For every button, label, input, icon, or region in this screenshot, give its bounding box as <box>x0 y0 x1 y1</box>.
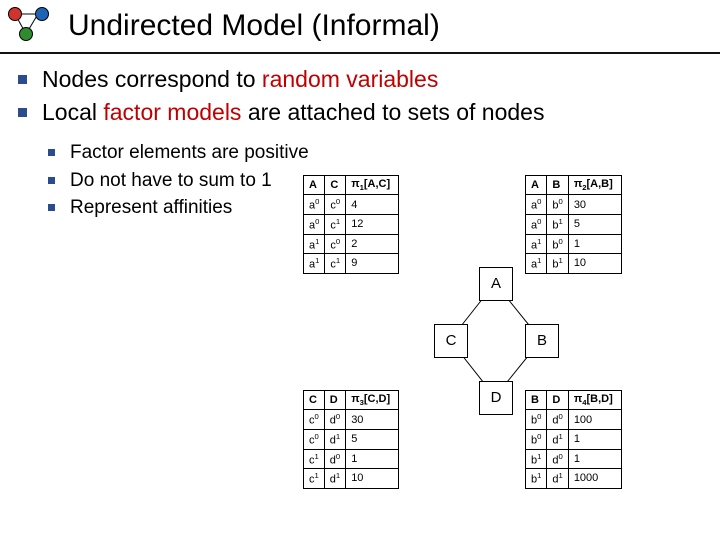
table-row: c1d110 <box>304 469 399 489</box>
cell: d1 <box>547 429 568 449</box>
cell: 30 <box>568 195 621 215</box>
table-row: c1d01 <box>304 449 399 469</box>
cell: c1 <box>304 449 325 469</box>
cell: c0 <box>304 429 325 449</box>
cell: c0 <box>304 410 325 430</box>
cell: c1 <box>325 254 346 274</box>
cell: d0 <box>324 449 345 469</box>
text: are attached to sets of nodes <box>241 99 544 125</box>
cell: 1 <box>568 429 621 449</box>
col-header: π1[A,C] <box>346 176 399 195</box>
cell: b0 <box>547 195 568 215</box>
cell: b1 <box>547 214 568 234</box>
table-row: a1b110 <box>526 254 622 274</box>
cell: b1 <box>526 449 547 469</box>
cell: b0 <box>547 234 568 254</box>
graph-logo-icon <box>6 4 52 46</box>
table-row: c0d030 <box>304 410 399 430</box>
col-header: C <box>325 176 346 195</box>
cell: 5 <box>568 214 621 234</box>
factor-table-ab: A B π2[A,B] a0b030a0b15a1b01a1b110 <box>525 175 622 274</box>
cell: 5 <box>346 429 399 449</box>
factor-table-cd: C D π3[C,D] c0d030c0d15c1d01c1d110 <box>303 390 399 489</box>
text-highlight: factor models <box>103 99 241 125</box>
cell: 10 <box>346 469 399 489</box>
title-underline <box>0 52 720 54</box>
slide: Undirected Model (Informal) Nodes corres… <box>0 0 720 540</box>
table-row: a0c04 <box>304 195 399 215</box>
cell: d1 <box>324 429 345 449</box>
cell: a0 <box>304 195 325 215</box>
table-row: a1b01 <box>526 234 622 254</box>
col-header: π3[C,D] <box>346 391 399 410</box>
cell: 1 <box>568 449 621 469</box>
cell: 30 <box>346 410 399 430</box>
table-row: a0c112 <box>304 214 399 234</box>
cell: 9 <box>346 254 399 274</box>
cell: 1 <box>568 234 621 254</box>
cell: a0 <box>526 195 547 215</box>
col-header: A <box>304 176 325 195</box>
cell: 12 <box>346 214 399 234</box>
cell: d1 <box>324 469 345 489</box>
cell: a1 <box>526 234 547 254</box>
cell: 100 <box>568 410 621 430</box>
cell: 4 <box>346 195 399 215</box>
cell: b1 <box>547 254 568 274</box>
factor-table-bd: B D π4[B,D] b0d0100b0d11b1d01b1d11000 <box>525 390 622 489</box>
cell: c1 <box>304 469 325 489</box>
title-row: Undirected Model (Informal) <box>0 0 720 46</box>
cell: c1 <box>325 214 346 234</box>
graph-node-b: B <box>525 324 559 358</box>
col-header: B <box>526 391 547 410</box>
cell: b0 <box>526 429 547 449</box>
cell: b1 <box>526 469 547 489</box>
text: Local <box>42 99 103 125</box>
col-header: B <box>547 176 568 195</box>
cell: a1 <box>304 234 325 254</box>
slide-title: Undirected Model (Informal) <box>68 9 440 42</box>
graph-node-d: D <box>479 381 513 415</box>
sub-bullet-item: Factor elements are positive <box>48 140 706 166</box>
graph-node-c: C <box>434 324 468 358</box>
cell: a1 <box>526 254 547 274</box>
cell: d0 <box>547 449 568 469</box>
col-header: D <box>324 391 345 410</box>
col-header: π4[B,D] <box>568 391 621 410</box>
table-row: b0d0100 <box>526 410 622 430</box>
col-header: D <box>547 391 568 410</box>
cell: c0 <box>325 234 346 254</box>
cell: a0 <box>304 214 325 234</box>
cell: d0 <box>547 410 568 430</box>
bullet-list: Nodes correspond to random variables Loc… <box>14 64 706 128</box>
text-highlight: random variables <box>262 66 438 92</box>
col-header: A <box>526 176 547 195</box>
table-row: b0d11 <box>526 429 622 449</box>
table-row: a1c19 <box>304 254 399 274</box>
cell: c0 <box>325 195 346 215</box>
col-header: π2[A,B] <box>568 176 621 195</box>
cell: 2 <box>346 234 399 254</box>
table-row: a0b15 <box>526 214 622 234</box>
cell: 10 <box>568 254 621 274</box>
col-header: C <box>304 391 325 410</box>
table-row: b1d11000 <box>526 469 622 489</box>
table-row: b1d01 <box>526 449 622 469</box>
bullet-item: Nodes correspond to random variables <box>14 64 706 95</box>
cell: d0 <box>324 410 345 430</box>
cell: b0 <box>526 410 547 430</box>
table-row: a0b030 <box>526 195 622 215</box>
text: Nodes correspond to <box>42 66 262 92</box>
cell: 1000 <box>568 469 621 489</box>
table-row: c0d15 <box>304 429 399 449</box>
cell: a1 <box>304 254 325 274</box>
cell: d1 <box>547 469 568 489</box>
bullet-item: Local factor models are attached to sets… <box>14 97 706 128</box>
graph-node-a: A <box>479 267 513 301</box>
table-row: a1c02 <box>304 234 399 254</box>
factor-table-ac: A C π1[A,C] a0c04a0c112a1c02a1c19 <box>303 175 399 274</box>
cell: 1 <box>346 449 399 469</box>
cell: a0 <box>526 214 547 234</box>
